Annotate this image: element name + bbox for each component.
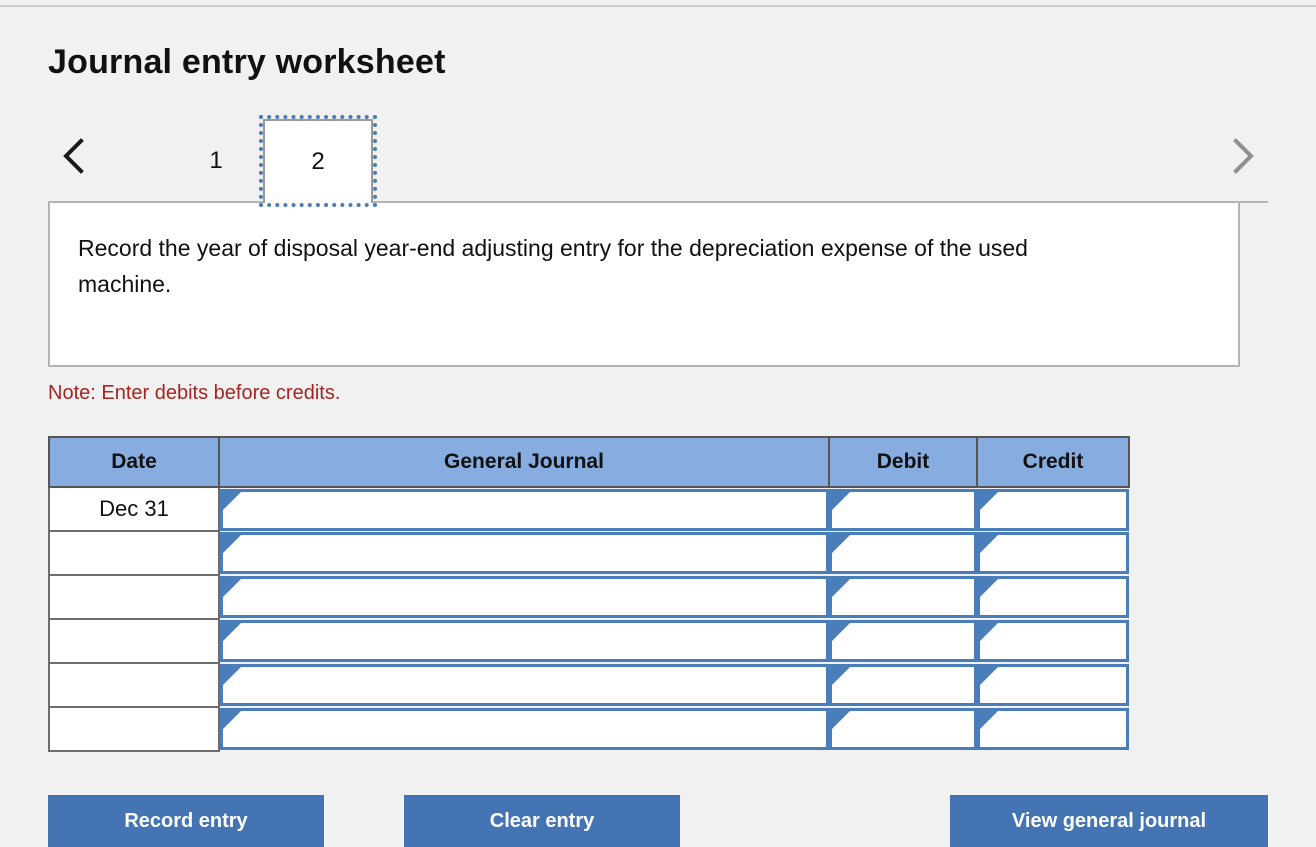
- dropdown-triangle-icon: [223, 579, 241, 597]
- tab-page-1[interactable]: 1: [170, 119, 262, 203]
- credit-cell: [977, 575, 1129, 619]
- dropdown-triangle-icon: [832, 667, 850, 685]
- dropdown-triangle-icon: [980, 535, 998, 553]
- column-header-date: Date: [48, 436, 220, 488]
- instruction-panel: Record the year of disposal year-end adj…: [48, 201, 1240, 367]
- credit-cell: [977, 531, 1129, 575]
- debit-input[interactable]: [829, 488, 977, 531]
- date-cell[interactable]: [48, 662, 220, 708]
- view-general-journal-button[interactable]: View general journal: [950, 795, 1268, 847]
- dropdown-triangle-icon: [223, 623, 241, 641]
- credit-cell: [977, 707, 1129, 751]
- journal-entry-table: Date General Journal Debit Credit Dec 31: [48, 436, 1130, 752]
- dropdown-triangle-icon: [223, 667, 241, 685]
- debit-input[interactable]: [829, 532, 977, 574]
- general-journal-cell: [219, 487, 829, 531]
- general-journal-cell: [219, 663, 829, 707]
- general-journal-cell: [219, 575, 829, 619]
- clear-entry-button[interactable]: Clear entry: [404, 795, 680, 847]
- dropdown-triangle-icon: [832, 623, 850, 641]
- tab-page-2[interactable]: 2: [259, 115, 377, 207]
- credit-input[interactable]: [977, 708, 1129, 750]
- debit-cell: [829, 487, 977, 531]
- column-header-general-journal: General Journal: [218, 436, 830, 488]
- table-row: Dec 31: [48, 486, 1129, 532]
- date-cell[interactable]: [48, 706, 220, 752]
- date-cell[interactable]: [48, 618, 220, 664]
- credit-input[interactable]: [977, 488, 1129, 531]
- dropdown-triangle-icon: [832, 535, 850, 553]
- column-header-credit: Credit: [976, 436, 1130, 488]
- table-row: [48, 574, 1129, 620]
- debit-input[interactable]: [829, 576, 977, 618]
- debit-cell: [829, 707, 977, 751]
- table-row: [48, 618, 1129, 664]
- dropdown-triangle-icon: [223, 491, 241, 510]
- tab-page-2-label: 2: [311, 148, 325, 175]
- dropdown-triangle-icon: [223, 711, 241, 729]
- credit-input[interactable]: [977, 576, 1129, 618]
- dropdown-triangle-icon: [832, 491, 850, 510]
- dropdown-triangle-icon: [832, 579, 850, 597]
- general-journal-input[interactable]: [220, 708, 829, 750]
- dropdown-triangle-icon: [223, 535, 241, 553]
- pagination-tabstrip: 1 2: [48, 111, 1268, 207]
- instruction-text: Record the year of disposal year-end adj…: [78, 235, 1028, 297]
- dropdown-triangle-icon: [980, 579, 998, 597]
- prev-page-button[interactable]: [52, 129, 96, 183]
- debit-cell: [829, 575, 977, 619]
- debit-cell: [829, 663, 977, 707]
- table-row: [48, 530, 1129, 576]
- date-cell[interactable]: [48, 574, 220, 620]
- general-journal-input[interactable]: [220, 620, 829, 662]
- debit-input[interactable]: [829, 620, 977, 662]
- general-journal-input[interactable]: [220, 576, 829, 618]
- debits-before-credits-note: Note: Enter debits before credits.: [48, 382, 341, 404]
- dropdown-triangle-icon: [980, 667, 998, 685]
- column-header-debit: Debit: [828, 436, 978, 488]
- general-journal-input[interactable]: [220, 532, 829, 574]
- credit-cell: [977, 619, 1129, 663]
- chevron-left-icon: [63, 138, 84, 174]
- table-row: [48, 706, 1129, 752]
- top-divider: [0, 0, 1316, 7]
- page-title: Journal entry worksheet: [48, 43, 446, 81]
- credit-cell: [977, 663, 1129, 707]
- debit-cell: [829, 619, 977, 663]
- credit-input[interactable]: [977, 532, 1129, 574]
- worksheet-page: Journal entry worksheet 1 2 Record the y…: [0, 7, 1316, 847]
- dropdown-triangle-icon: [980, 711, 998, 729]
- credit-cell: [977, 487, 1129, 531]
- general-journal-input[interactable]: [220, 664, 829, 706]
- table-header-row: Date General Journal Debit Credit: [48, 436, 1130, 488]
- record-entry-button[interactable]: Record entry: [48, 795, 324, 847]
- general-journal-input[interactable]: [220, 488, 829, 531]
- credit-input[interactable]: [977, 664, 1129, 706]
- tab-page-1-label: 1: [209, 147, 223, 174]
- date-cell[interactable]: Dec 31: [48, 486, 220, 532]
- general-journal-cell: [219, 619, 829, 663]
- dropdown-triangle-icon: [832, 711, 850, 729]
- next-page-button[interactable]: [1220, 129, 1264, 183]
- debit-cell: [829, 531, 977, 575]
- general-journal-cell: [219, 707, 829, 751]
- debit-input[interactable]: [829, 664, 977, 706]
- date-cell[interactable]: [48, 530, 220, 576]
- dropdown-triangle-icon: [980, 623, 998, 641]
- dropdown-triangle-icon: [980, 491, 998, 510]
- chevron-right-icon: [1233, 138, 1254, 174]
- credit-input[interactable]: [977, 620, 1129, 662]
- general-journal-cell: [219, 531, 829, 575]
- table-row: [48, 662, 1129, 708]
- debit-input[interactable]: [829, 708, 977, 750]
